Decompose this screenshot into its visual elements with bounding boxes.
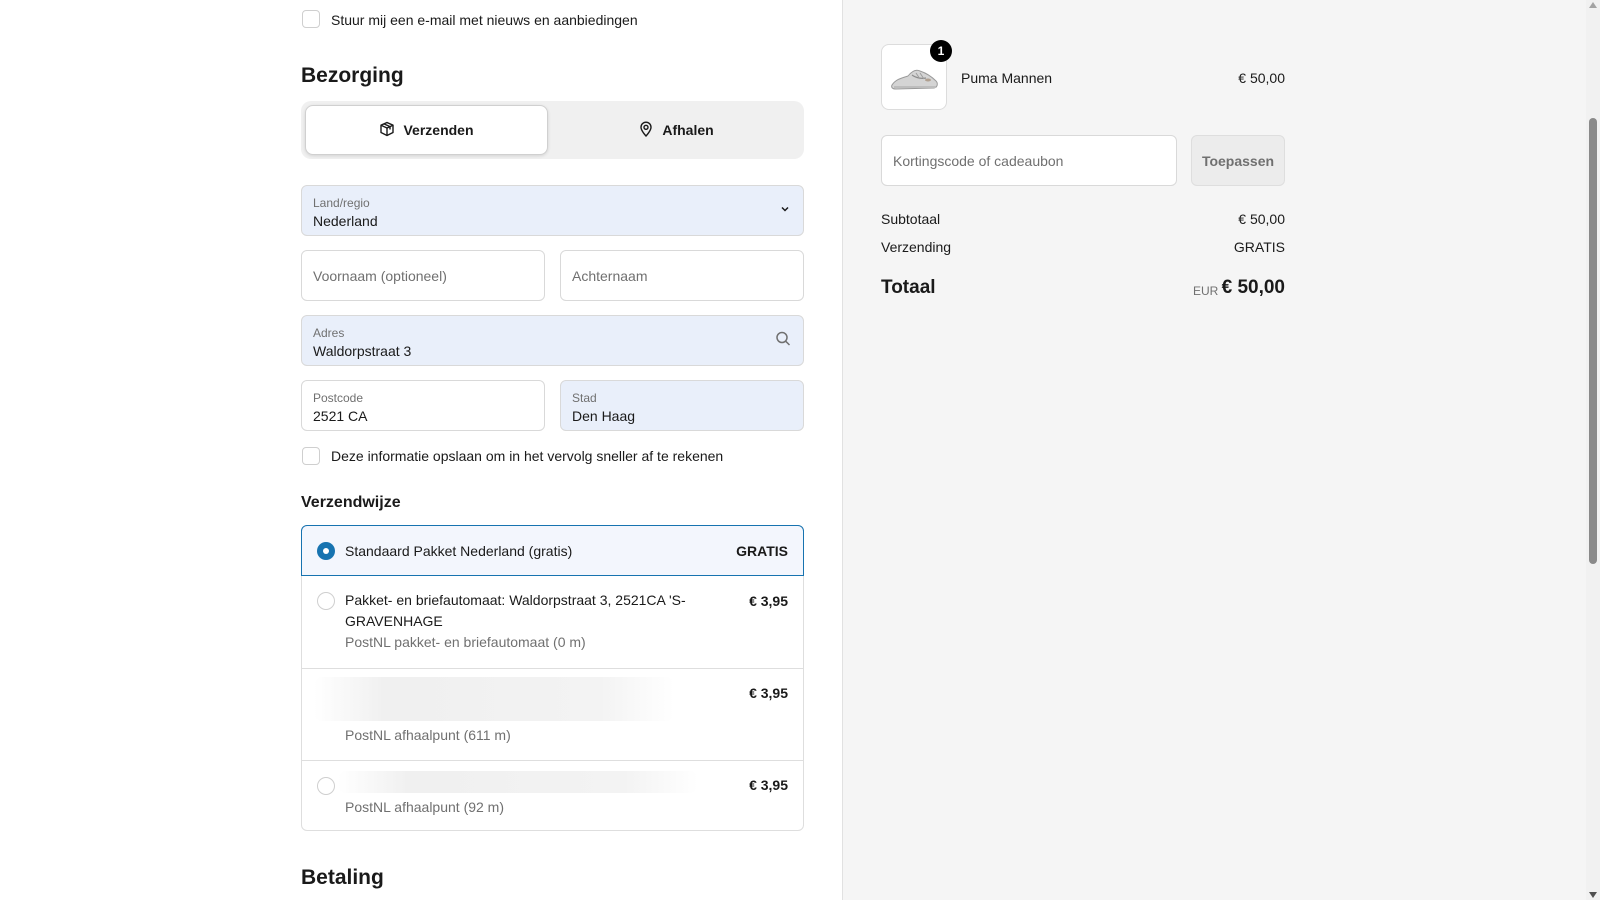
country-select[interactable]: Land/regio Nederland bbox=[301, 185, 804, 236]
shipping-option-price: GRATIS bbox=[736, 543, 788, 559]
tab-ship[interactable]: Verzenden bbox=[305, 105, 548, 155]
shipping-label: Verzending bbox=[881, 239, 952, 255]
city-value: Den Haag bbox=[572, 408, 636, 424]
location-pin-icon bbox=[638, 120, 654, 140]
last-name-field[interactable]: Achternaam bbox=[560, 250, 804, 301]
quantity-badge: 1 bbox=[930, 40, 952, 62]
city-field[interactable]: Stad Den Haag bbox=[560, 380, 804, 431]
country-label: Land/regio bbox=[313, 196, 370, 210]
search-icon[interactable] bbox=[775, 330, 791, 351]
scrollbar-thumb[interactable] bbox=[1589, 118, 1597, 564]
total-label: Totaal bbox=[881, 277, 936, 298]
redacted-text bbox=[314, 677, 674, 721]
chevron-down-icon bbox=[779, 202, 791, 220]
shipping-option-parcel-machine[interactable]: Pakket- en briefautomaat: Waldorpstraat … bbox=[302, 576, 803, 668]
shipping-option-standard[interactable]: Standaard Pakket Nederland (gratis) GRAT… bbox=[301, 525, 804, 576]
tab-ship-label: Verzenden bbox=[403, 122, 474, 138]
shipping-option-price: € 3,95 bbox=[749, 685, 788, 701]
discount-code-field[interactable]: Kortingscode of cadeaubon bbox=[881, 135, 1177, 186]
shipping-option-price: € 3,95 bbox=[749, 593, 788, 609]
discount-code-placeholder: Kortingscode of cadeaubon bbox=[893, 152, 1064, 169]
shipping-option-price: € 3,95 bbox=[749, 777, 788, 793]
product-price: € 50,00 bbox=[1238, 70, 1285, 86]
payment-heading: Betaling bbox=[301, 866, 384, 889]
newsletter-checkbox[interactable] bbox=[302, 10, 320, 28]
subtotal-label: Subtotaal bbox=[881, 211, 941, 227]
save-info-checkbox[interactable] bbox=[302, 447, 320, 465]
city-label: Stad bbox=[572, 391, 597, 405]
product-name: Puma Mannen bbox=[961, 70, 1053, 86]
radio-parcel-machine[interactable] bbox=[317, 592, 335, 610]
newsletter-checkbox-label: Stuur mij een e-mail met nieuws en aanbi… bbox=[331, 12, 638, 28]
shipping-option-pickup-point-2[interactable]: PostNL afhaalpunt (92 m) € 3,95 bbox=[302, 761, 803, 831]
radio-standard[interactable] bbox=[317, 542, 335, 560]
shipping-method-heading: Verzendwijze bbox=[301, 494, 401, 511]
shipping-option-subtitle: PostNL afhaalpunt (92 m) bbox=[345, 799, 505, 815]
apply-discount-button[interactable]: Toepassen bbox=[1191, 135, 1285, 186]
address-field[interactable]: Adres Waldorpstraat 3 bbox=[301, 315, 804, 366]
radio-pickup-point-2[interactable] bbox=[317, 777, 335, 795]
shipping-option-subtitle: PostNL pakket- en briefautomaat (0 m) bbox=[345, 634, 586, 650]
shipping-value: GRATIS bbox=[1233, 239, 1285, 255]
package-icon bbox=[379, 121, 395, 140]
scroll-down-arrow-icon[interactable] bbox=[1589, 892, 1597, 898]
delivery-heading: Bezorging bbox=[301, 64, 404, 87]
first-name-field[interactable]: Voornaam (optioneel) bbox=[301, 250, 545, 301]
shipping-option-subtitle: PostNL afhaalpunt (611 m) bbox=[345, 727, 511, 743]
postcode-value: 2521 CA bbox=[313, 408, 368, 424]
postcode-label: Postcode bbox=[313, 391, 364, 405]
tab-pickup-label: Afhalen bbox=[662, 122, 714, 138]
shipping-option-pickup-point-1[interactable]: PostNL afhaalpunt (611 m) € 3,95 bbox=[302, 669, 803, 760]
country-value: Nederland bbox=[313, 213, 378, 229]
postcode-field[interactable]: Postcode 2521 CA bbox=[301, 380, 545, 431]
address-value: Waldorpstraat 3 bbox=[313, 343, 412, 359]
redacted-text bbox=[338, 771, 698, 793]
shipping-option-title: Pakket- en briefautomaat: Waldorpstraat … bbox=[345, 592, 686, 629]
page-scrollbar[interactable] bbox=[1586, 0, 1600, 900]
shipping-option-title: Standaard Pakket Nederland (gratis) bbox=[345, 543, 573, 559]
first-name-placeholder: Voornaam (optioneel) bbox=[313, 267, 447, 284]
checkout-form: Stuur mij een e-mail met nieuws en aanbi… bbox=[0, 0, 842, 900]
delivery-method-toggle: Verzenden Afhalen bbox=[301, 101, 804, 159]
shipping-options: Standaard Pakket Nederland (gratis) GRAT… bbox=[301, 525, 804, 831]
save-info-label: Deze informatie opslaan om in het vervol… bbox=[331, 448, 724, 464]
tab-pickup[interactable]: Afhalen bbox=[552, 105, 800, 155]
scroll-up-arrow-icon[interactable] bbox=[1589, 2, 1597, 8]
subtotal-value: € 50,00 bbox=[1238, 211, 1285, 227]
last-name-placeholder: Achternaam bbox=[572, 267, 648, 284]
total-value: € 50,00 bbox=[1221, 277, 1285, 298]
address-label: Adres bbox=[313, 326, 345, 340]
